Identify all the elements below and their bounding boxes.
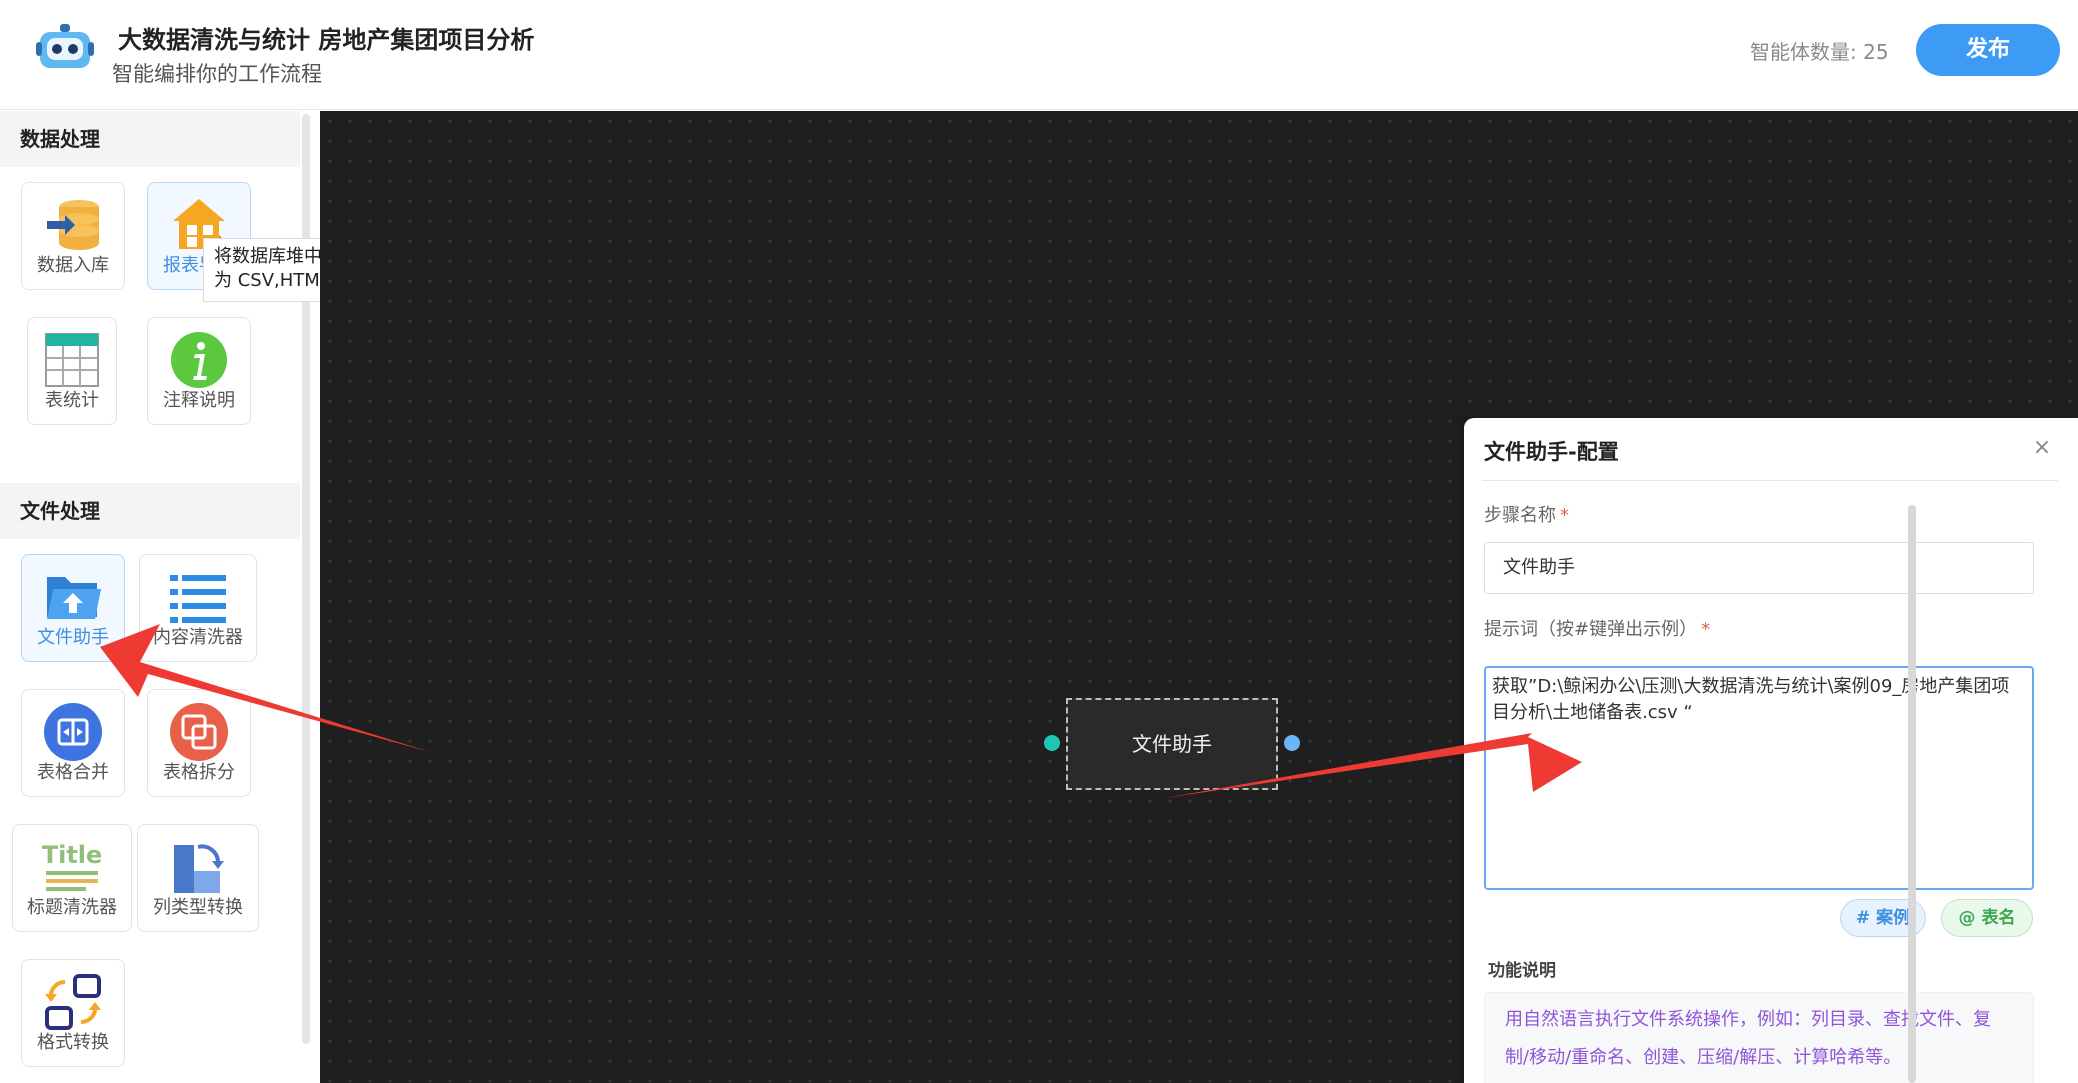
app-title: 大数据清洗与统计 房地产集团项目分析 [118,26,535,54]
panel-title: 文件助手-配置 [1484,440,1619,464]
tool-label: 文件助手 [37,627,109,648]
table-grid-icon [45,333,99,387]
tool-file-assistant[interactable]: 文件助手 [21,554,125,662]
node-output-port[interactable] [1284,735,1300,751]
publish-button[interactable]: 发布 [1916,24,2060,76]
svg-text:Title: Title [42,841,102,869]
tool-label: 表统计 [45,390,99,411]
tool-content-cleaner[interactable]: 内容清洗器 [139,554,257,662]
function-description-text: 用自然语言执行文件系统操作，例如：列目录、查找文件、复制/移动/重命名、创建、压… [1484,992,2034,1083]
format-convert-icon [45,974,101,1030]
close-icon[interactable]: × [2030,436,2054,460]
tool-label: 标题清洗器 [27,897,117,918]
database-import-icon [47,200,99,250]
split-icon [170,703,228,761]
tool-table-merge[interactable]: 表格合并 [21,689,125,797]
folder-upload-icon [47,577,101,619]
robot-logo-icon [36,24,94,68]
app-subtitle: 智能编排你的工作流程 [112,62,322,86]
node-input-port[interactable] [1044,735,1060,751]
tool-label: 注释说明 [163,390,235,411]
tool-label: 格式转换 [37,1032,109,1053]
tool-label: 数据入库 [37,255,109,276]
column-convert-icon [174,844,224,893]
section-file-processing: 文件处理 [0,483,300,539]
tool-label: 表格拆分 [163,762,235,783]
workflow-node-file-assistant[interactable]: 文件助手 [1066,698,1278,790]
info-icon [171,332,227,388]
merge-icon [44,703,102,761]
function-description-title: 功能说明 [1488,961,1556,981]
tool-column-convert[interactable]: 列类型转换 [137,824,259,932]
config-panel: 文件助手-配置 × 步骤名称 * 文件助手 提示词（按#键弹出示例） * 获取”D:… [1464,418,2078,1083]
list-lines-icon [170,575,226,623]
tool-label: 列类型转换 [153,897,243,918]
tool-annotation[interactable]: 注释说明 [147,317,251,425]
prompt-label: 提示词（按#键弹出示例） * [1484,615,1710,641]
tool-data-import[interactable]: 数据入库 [21,182,125,290]
tool-table-stats[interactable]: 表统计 [27,317,117,425]
tool-label: 内容清洗器 [153,627,243,648]
step-name-label-text: 步骤名称 [1484,505,1556,526]
tool-table-split[interactable]: 表格拆分 [147,689,251,797]
prompt-label-text: 提示词（按#键弹出示例） [1484,619,1698,640]
app-header: 大数据清洗与统计 房地产集团项目分析 智能编排你的工作流程 智能体数量: 25 … [0,0,2078,110]
panel-divider [1482,480,2058,481]
agent-count: 智能体数量: 25 [1750,40,1889,64]
tool-title-cleaner[interactable]: Title 标题清洗器 [12,824,132,932]
panel-scrollbar[interactable] [1908,505,1916,1083]
title-icon: Title [42,841,102,891]
required-mark: * [1701,619,1711,640]
tool-label: 表格合并 [37,762,109,783]
required-mark: * [1560,505,1569,526]
step-name-input[interactable]: 文件助手 [1484,542,2034,594]
prompt-textarea[interactable]: 获取”D:\鲸闲办公\压测\大数据清洗与统计\案例09_房地产集团项目分析\土地… [1484,666,2034,890]
table-name-chip-button[interactable]: @ 表名 [1941,899,2033,937]
step-name-label: 步骤名称 * [1484,501,1569,527]
tool-format-convert[interactable]: 格式转换 [21,959,125,1067]
section-data-processing: 数据处理 [0,111,300,167]
